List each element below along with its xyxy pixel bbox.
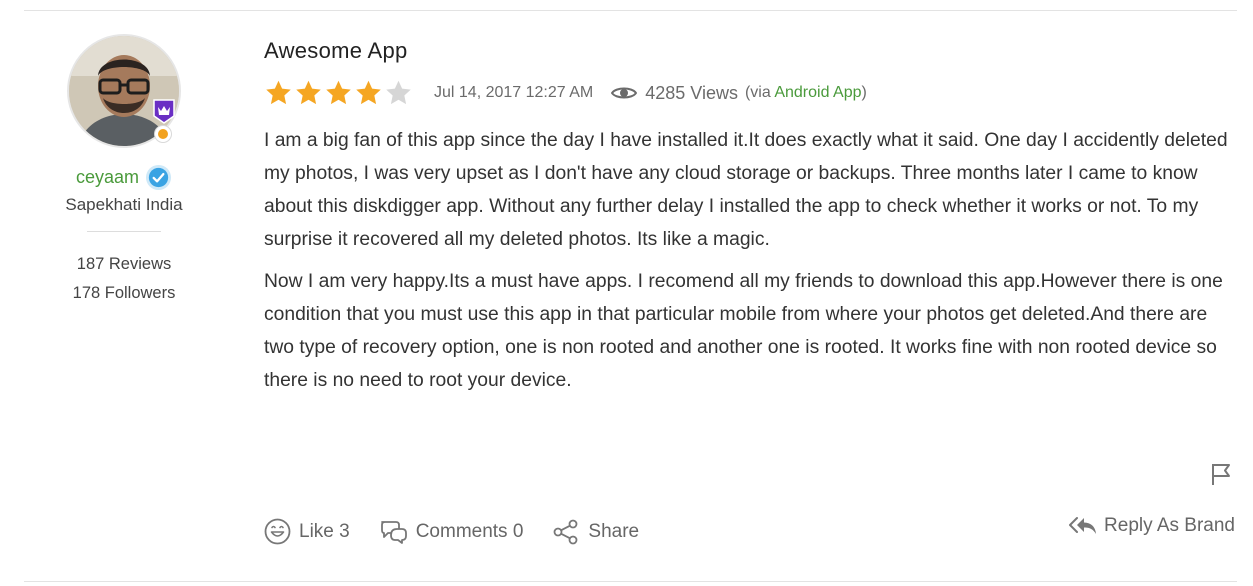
like-label: Like 3 [299, 520, 350, 542]
star-empty-icon [386, 80, 411, 105]
followers-count[interactable]: 178 Followers [24, 279, 224, 308]
review-meta: Jul 14, 2017 12:27 AM 4285 Views (via An… [264, 78, 1239, 108]
speech-bubbles-icon [380, 521, 407, 544]
share-label: Share [588, 520, 640, 542]
like-button[interactable]: Like 3 [264, 518, 350, 545]
views-label: 4285 Views [645, 82, 738, 103]
top-divider [24, 10, 1237, 11]
review-body: I am a big fan of this app since the day… [264, 124, 1239, 397]
review-date: Jul 14, 2017 12:27 AM [434, 84, 594, 101]
reply-all-icon [1069, 517, 1097, 534]
reply-as-brand-button[interactable]: Reply As Brand [1069, 515, 1235, 537]
crown-badge-icon [153, 99, 175, 124]
flag-icon[interactable] [1210, 462, 1232, 486]
user-location: Sapekhati India [65, 195, 183, 214]
share-icon [554, 519, 578, 544]
star-filled-icon [356, 80, 381, 105]
verified-check-icon [145, 164, 172, 191]
review-actions: Like 3 Comments 0 Share [264, 518, 668, 545]
review-title[interactable]: Awesome App [264, 38, 1239, 64]
avatar-container [67, 34, 181, 148]
share-button[interactable]: Share [552, 519, 639, 545]
username-row: ceyaam [24, 164, 224, 191]
star-filled-icon [326, 80, 351, 105]
review-card: Awesome App Jul 14, 2017 12:27 AM 4285 V… [264, 38, 1239, 406]
reply-as-brand-label: Reply As Brand [1104, 515, 1235, 536]
level-dot-icon [154, 125, 172, 143]
reviews-count[interactable]: 187 Reviews [24, 250, 224, 279]
via-suffix: ) [861, 84, 867, 101]
star-filled-icon [296, 80, 321, 105]
smiley-icon [264, 518, 291, 545]
star-filled-icon [266, 80, 291, 105]
comments-button[interactable]: Comments 0 [379, 518, 524, 545]
eye-icon [611, 87, 638, 99]
reviewer-panel: ceyaam Sapekhati India 187 Reviews 178 F… [24, 34, 224, 308]
via-source-link[interactable]: Android App [774, 84, 861, 101]
views-count: 4285 Views [611, 83, 738, 104]
comments-label: Comments 0 [415, 520, 524, 542]
review-paragraph: Now I am very happy.Its a must have apps… [264, 271, 1223, 391]
via-source: (via Android App) [745, 84, 867, 102]
rating-stars [264, 79, 413, 107]
via-prefix: (via [744, 84, 775, 101]
user-divider [87, 231, 161, 232]
bottom-divider [24, 581, 1237, 582]
review-paragraph: I am a big fan of this app since the day… [264, 130, 1228, 250]
username-link[interactable]: ceyaam [76, 167, 139, 188]
